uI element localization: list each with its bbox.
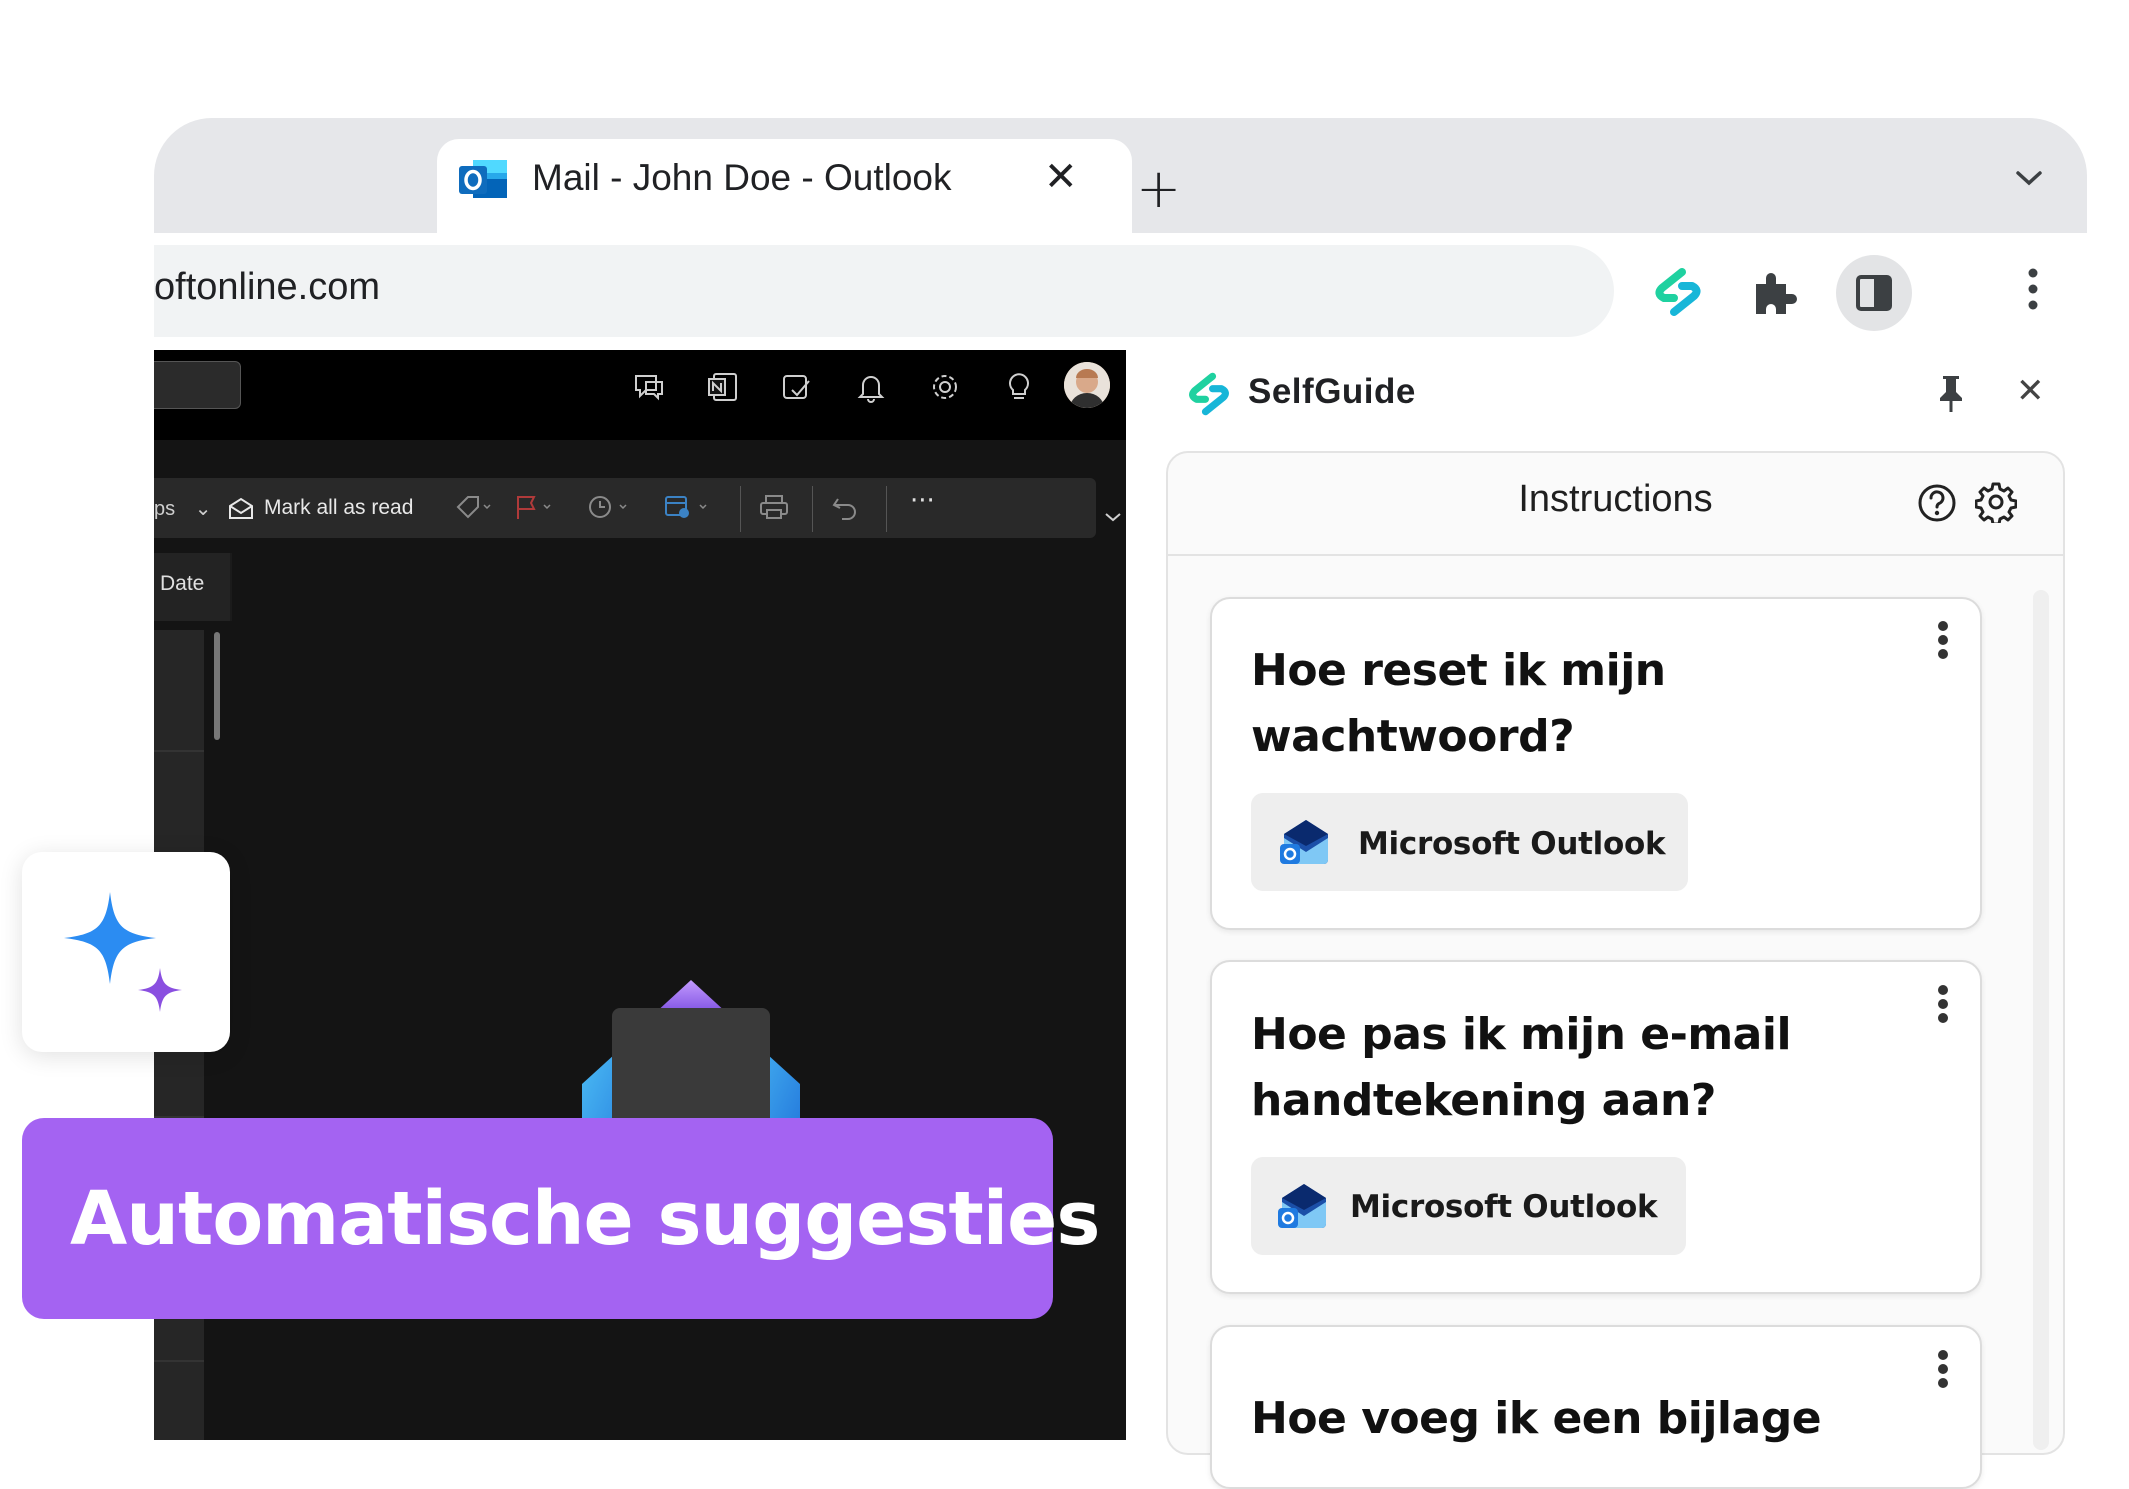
list-scrollbar[interactable] — [214, 632, 220, 740]
card-menu-icon[interactable] — [1937, 620, 1949, 664]
settings-gear-icon[interactable] — [928, 370, 962, 404]
ribbon-divider — [740, 486, 741, 532]
browser-menu-icon[interactable] — [2028, 268, 2038, 314]
app-tag-label: Microsoft Outlook — [1350, 1189, 1658, 1225]
tab-title: Mail - John Doe - Outlook — [532, 157, 952, 198]
outlook-app-icon — [1276, 1180, 1332, 1236]
ai-sparkle-badge — [22, 852, 230, 1052]
panel-title: SelfGuide — [1248, 372, 1416, 411]
url-text: oftonline.com — [154, 266, 381, 308]
flag-icon[interactable] — [512, 493, 556, 521]
card-title: Hoe voeg ik een bijlage — [1251, 1393, 1822, 1444]
filter-dropdown[interactable]: ps ⌄ — [154, 496, 211, 521]
onenote-icon[interactable] — [706, 370, 740, 404]
ribbon-divider — [812, 486, 813, 532]
extensions-puzzle-icon[interactable] — [1752, 270, 1798, 320]
undo-icon[interactable] — [830, 493, 862, 521]
pin-icon[interactable] — [1936, 374, 1966, 418]
print-icon[interactable] — [758, 493, 790, 521]
list-item[interactable] — [154, 630, 204, 752]
mark-all-as-read-button[interactable]: Mark all as read — [264, 496, 413, 520]
move-to-folder-icon[interactable] — [662, 493, 710, 521]
filter-label: ps — [154, 498, 176, 520]
chevron-down-icon[interactable] — [1104, 510, 1122, 524]
lightbulb-icon[interactable] — [1002, 370, 1036, 404]
side-panel-icon — [1856, 275, 1892, 311]
side-panel-button[interactable] — [1836, 255, 1912, 331]
list-item[interactable] — [154, 1362, 204, 1440]
app-tag-label: Microsoft Outlook — [1358, 826, 1666, 862]
sparkle-icon — [64, 892, 182, 1012]
avatar[interactable] — [1064, 362, 1110, 408]
tab-title-fade — [952, 150, 1042, 210]
ribbon-divider — [886, 486, 887, 532]
chevron-down-icon[interactable] — [2014, 168, 2044, 192]
card-menu-icon[interactable] — [1937, 1349, 1949, 1393]
bell-icon[interactable] — [854, 370, 888, 404]
card-menu-icon[interactable] — [1937, 984, 1949, 1028]
card-title: Hoe pas ik mijn e-mail handtekening aan? — [1251, 1009, 1792, 1126]
tab-close-button[interactable]: ✕ — [1044, 157, 1078, 197]
new-tab-button[interactable]: + — [1136, 162, 1181, 216]
envelope-open-icon — [229, 497, 253, 519]
close-panel-button[interactable]: ✕ — [2016, 374, 2045, 408]
meet-now-icon[interactable] — [632, 370, 666, 404]
tag-icon[interactable] — [454, 493, 494, 521]
todo-icon[interactable] — [780, 370, 814, 404]
sort-by-date[interactable]: Date — [160, 572, 204, 596]
clock-icon[interactable] — [586, 493, 632, 521]
selfguide-extension-icon[interactable] — [1652, 268, 1704, 320]
gear-icon[interactable] — [1974, 481, 2018, 527]
selfguide-logo-icon — [1186, 372, 1232, 420]
banner-text: Automatische suggesties — [70, 1176, 1100, 1262]
user-face-icon — [1064, 362, 1110, 408]
outlook-app-icon — [1278, 816, 1334, 872]
help-icon[interactable] — [1917, 483, 1957, 527]
more-options-button[interactable]: ··· — [910, 486, 935, 516]
chevron-down-icon: ⌄ — [194, 498, 212, 520]
card-title: Hoe reset ik mijn wachtwoord? — [1251, 645, 1666, 762]
panel-scrollbar[interactable] — [2033, 590, 2049, 1450]
outlook-icon — [459, 156, 509, 206]
search-box[interactable] — [154, 361, 241, 409]
